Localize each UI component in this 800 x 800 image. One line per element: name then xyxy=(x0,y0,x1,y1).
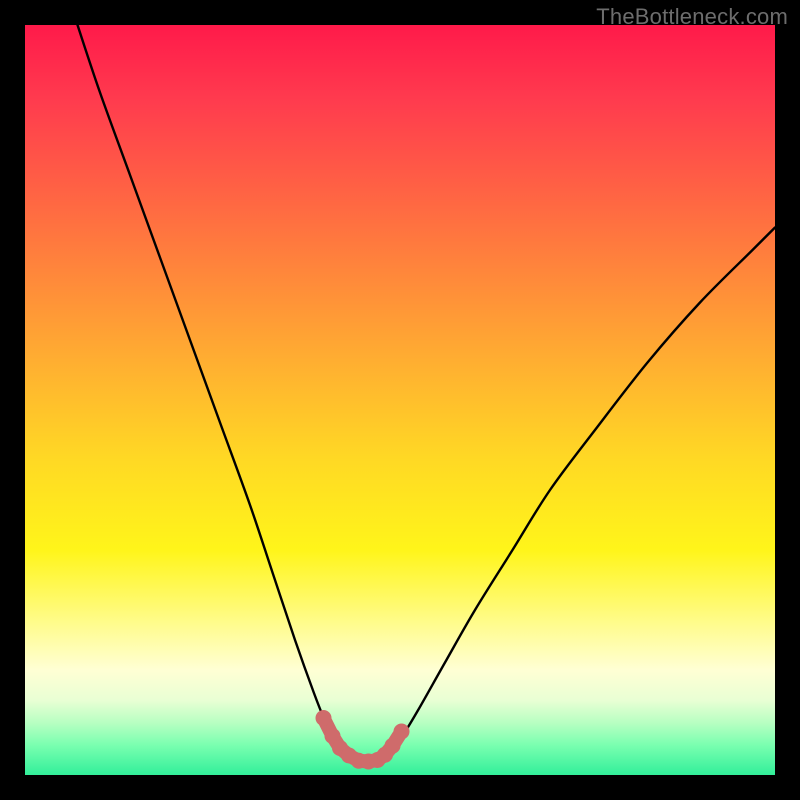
sweet-spot-dots xyxy=(316,710,410,770)
plot-area xyxy=(25,25,775,775)
bottleneck-chart xyxy=(25,25,775,775)
sweet-spot-dot xyxy=(385,738,401,754)
sweet-spot-dot xyxy=(394,724,410,740)
bottleneck-curve xyxy=(78,25,776,762)
chart-frame: TheBottleneck.com xyxy=(0,0,800,800)
watermark-text: TheBottleneck.com xyxy=(596,4,788,30)
sweet-spot-dot xyxy=(316,710,332,726)
